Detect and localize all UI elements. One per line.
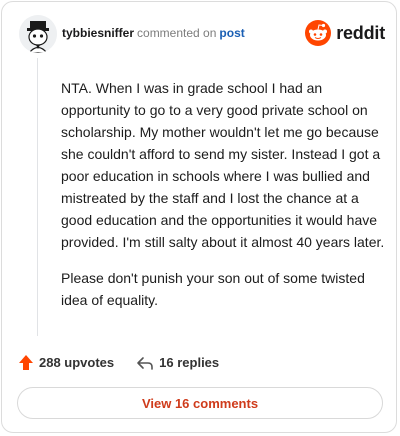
view-comments-button[interactable]: View 16 comments [17, 387, 383, 419]
reddit-brand[interactable]: reddit [305, 20, 385, 46]
comment-paragraph: Please don't punish your son out of some… [61, 270, 365, 308]
avatar[interactable] [19, 15, 57, 53]
comment-paragraph: NTA. When I was in grade school I had an… [61, 80, 385, 250]
upvote-button[interactable]: 288 upvotes [18, 354, 114, 371]
comment-header: tybbiesniffer commented on post [62, 26, 245, 40]
reply-count: 16 replies [159, 355, 220, 370]
reply-arrow-icon [137, 356, 153, 370]
upvote-count: 288 upvotes [39, 355, 115, 370]
post-link[interactable]: post [219, 26, 244, 40]
username[interactable]: tybbiesniffer [62, 26, 134, 40]
upvote-arrow-icon [19, 355, 33, 370]
avatar-icon [19, 15, 57, 53]
comment-action-text: commented on [137, 26, 217, 40]
thread-line [37, 58, 38, 336]
replies-button[interactable]: 16 replies [136, 355, 219, 371]
reddit-logo-icon [305, 20, 332, 46]
reddit-wordmark: reddit [336, 22, 385, 43]
comment-body: NTA. When I was in grade school I had an… [61, 77, 387, 325]
comment-actions: 288 upvotes 16 replies [18, 354, 219, 371]
